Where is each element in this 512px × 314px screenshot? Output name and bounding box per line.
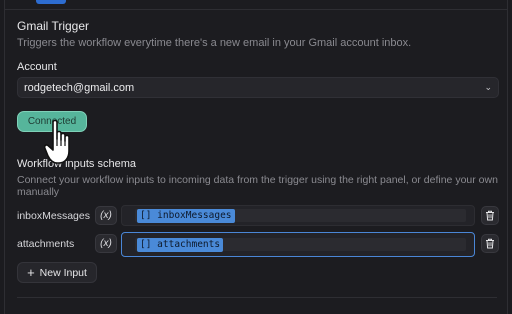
- variable-button[interactable]: (x): [95, 206, 117, 225]
- hand-pointer-cursor-icon: [44, 119, 70, 164]
- trash-icon: [486, 210, 494, 221]
- variable-button[interactable]: (x): [95, 234, 117, 253]
- active-tab-indicator: [36, 0, 66, 4]
- input-mapping-field[interactable]: [] inboxMessages: [121, 205, 475, 226]
- input-mapping-field[interactable]: [] attachments: [121, 232, 475, 257]
- account-label: Account: [17, 61, 57, 73]
- trigger-description: Triggers the workflow everytime there's …: [17, 37, 412, 49]
- trash-icon: [486, 238, 494, 249]
- delete-input-button[interactable]: [481, 206, 499, 225]
- trigger-title: Gmail Trigger: [17, 19, 90, 33]
- new-input-label: New Input: [39, 266, 87, 279]
- schema-description: Connect your workflow inputs to incoming…: [17, 174, 498, 198]
- account-select[interactable]: rodgetech@gmail.com ⌄: [17, 77, 499, 98]
- new-input-button[interactable]: + New Input: [17, 262, 97, 283]
- divider: [17, 297, 497, 298]
- input-name-inboxmessages: inboxMessages: [17, 210, 90, 222]
- variable-token: [] inboxMessages: [137, 208, 235, 223]
- variable-token: [] attachments: [137, 237, 224, 252]
- delete-input-button[interactable]: [481, 234, 499, 253]
- trigger-panel: Gmail Trigger Triggers the workflow ever…: [4, 0, 508, 314]
- input-name-attachments: attachments: [17, 238, 75, 250]
- chevron-down-icon: ⌄: [484, 82, 492, 92]
- plus-icon: +: [27, 264, 35, 280]
- account-selected-value: rodgetech@gmail.com: [24, 81, 135, 94]
- divider: [5, 9, 507, 10]
